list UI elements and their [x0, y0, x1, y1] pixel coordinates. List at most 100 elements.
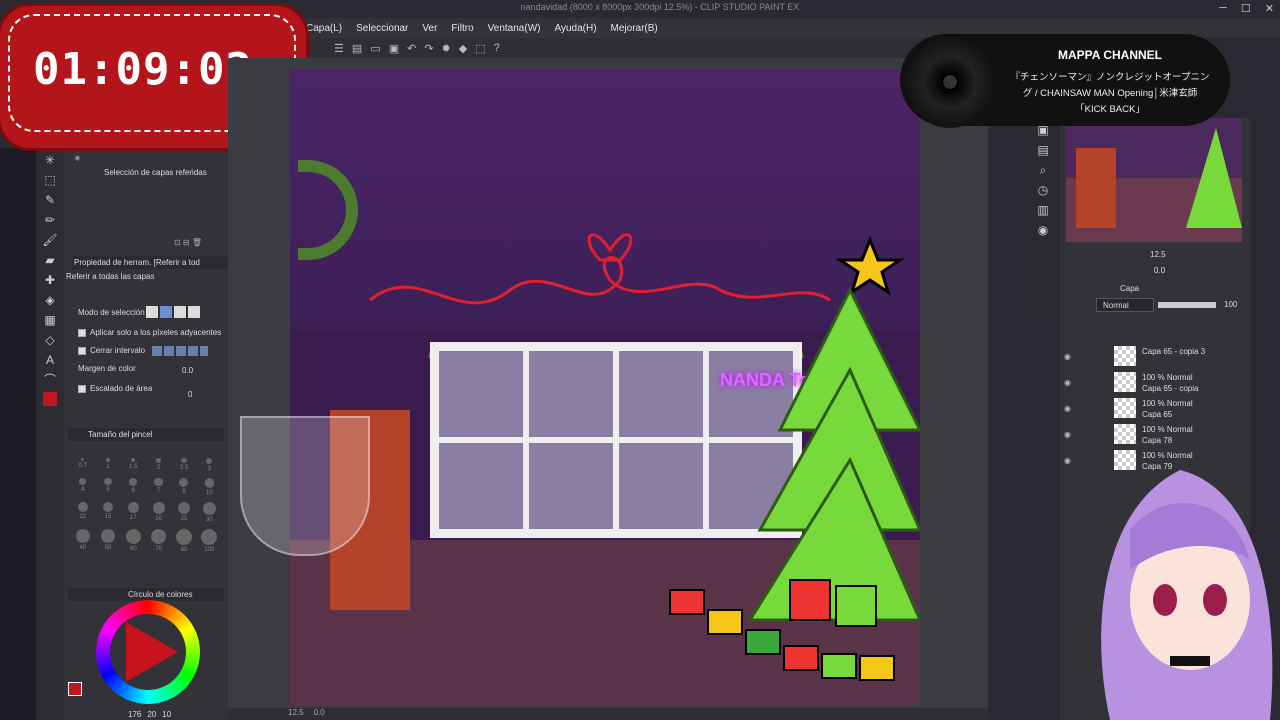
layer-row[interactable]: ◉ 100 % Normal Capa 65 - copia: [1062, 370, 1242, 394]
close-gap-checkbox[interactable]: Cerrar intervalo: [78, 346, 145, 355]
menu-ventana[interactable]: Ventana(W): [488, 23, 541, 34]
menu-mejorar[interactable]: Mejorar(B): [611, 23, 658, 34]
brush-size-option[interactable]: 50: [95, 528, 120, 553]
area-scale-checkbox[interactable]: Escalado de área: [78, 384, 152, 393]
vtuber-avatar: [1101, 470, 1273, 720]
close-gap-slider[interactable]: [152, 346, 208, 356]
nav-angle[interactable]: 0.0: [1154, 266, 1165, 275]
overlay-decoration: [0, 148, 36, 720]
blend-icon[interactable]: ✚: [40, 272, 60, 288]
brush-size-option[interactable]: 15: [95, 501, 120, 523]
brush-size-option[interactable]: 25: [171, 501, 196, 523]
brush-size-option[interactable]: 4: [70, 478, 95, 496]
brush-size-option[interactable]: 17: [121, 501, 146, 523]
blend-mode-select[interactable]: Normal: [1096, 298, 1154, 312]
selection-mode-buttons[interactable]: [146, 306, 200, 318]
nav-zoom[interactable]: 12.5: [1150, 250, 1166, 259]
navigator-thumbnail[interactable]: [1066, 118, 1242, 242]
area-scale-value[interactable]: 0: [188, 390, 192, 399]
main-color-swatch[interactable]: [43, 392, 57, 406]
fill-icon[interactable]: ◈: [40, 292, 60, 308]
subtool-name[interactable]: Selección de capas referidas: [104, 168, 207, 177]
layer-property-icon[interactable]: ▤: [1033, 142, 1053, 158]
current-color-swatch[interactable]: [68, 682, 82, 696]
redo-icon[interactable]: ↷: [424, 42, 433, 55]
brush-icon[interactable]: 🖌: [40, 232, 60, 248]
eye-icon[interactable]: ◉: [1064, 352, 1071, 361]
material-icon[interactable]: ▥: [1033, 202, 1053, 218]
camera-icon[interactable]: ◉: [1033, 222, 1053, 238]
brush-size-option[interactable]: 8: [171, 478, 196, 496]
brush-size-option[interactable]: 2: [146, 458, 171, 472]
search-layer-icon[interactable]: ⌕: [1033, 162, 1053, 178]
brush-size-option[interactable]: 1: [95, 458, 120, 472]
menu-filtro[interactable]: Filtro: [451, 23, 473, 34]
brush-size-option[interactable]: 6: [121, 478, 146, 496]
menu-icon[interactable]: ☰: [334, 42, 344, 55]
brush-size-label: 25: [180, 516, 188, 523]
eye-icon[interactable]: ◉: [1064, 456, 1071, 465]
brush-dot-icon: [154, 478, 163, 487]
property-title: Propiedad de herram. [Referir a tod: [72, 256, 228, 269]
brush-size-option[interactable]: 60: [121, 528, 146, 553]
brush-size-option[interactable]: 100: [197, 528, 222, 553]
menu-ver[interactable]: Ver: [422, 23, 437, 34]
settings-icon[interactable]: ✹: [442, 42, 451, 55]
brush-size-option[interactable]: 12: [70, 501, 95, 523]
text-icon[interactable]: A: [40, 352, 60, 368]
minimize-icon[interactable]: ─: [1219, 2, 1227, 15]
maximize-icon[interactable]: ☐: [1241, 2, 1251, 15]
fill-icon[interactable]: ◆: [459, 42, 467, 55]
brush-size-option[interactable]: 1.5: [121, 458, 146, 472]
close-icon[interactable]: ✕: [1265, 2, 1274, 15]
new-file-icon[interactable]: ▤: [352, 42, 362, 55]
vinyl-disc-icon: [904, 36, 996, 128]
adjacent-checkbox[interactable]: Aplicar solo a los píxeles adyacentes: [78, 328, 221, 337]
brush-size-label: 8: [182, 489, 186, 495]
brush-size-option[interactable]: 3: [197, 458, 222, 472]
eye-icon[interactable]: ◉: [1064, 378, 1071, 387]
layer-row[interactable]: ◉ 100 % Normal Capa 78: [1062, 422, 1242, 446]
brush-size-option[interactable]: 2.5: [171, 458, 196, 472]
pencil-icon[interactable]: ✏: [40, 212, 60, 228]
selection-icon[interactable]: ⬚: [40, 172, 60, 188]
layer-row[interactable]: ◉ Capa 65 - copia 3: [1062, 344, 1242, 368]
eye-icon[interactable]: ◉: [1064, 430, 1071, 439]
open-folder-icon[interactable]: ▭: [370, 42, 380, 55]
layer-tab[interactable]: Capa: [1120, 284, 1139, 293]
undo-icon[interactable]: ↶: [407, 42, 416, 55]
move-icon[interactable]: ✳: [40, 152, 60, 168]
pen-icon[interactable]: ✎: [40, 192, 60, 208]
brush-dot-icon: [131, 458, 136, 463]
angle-value[interactable]: 0.0: [314, 708, 325, 720]
brush-size-option[interactable]: 40: [70, 528, 95, 553]
zoom-value[interactable]: 12.5: [288, 708, 304, 720]
layer-row[interactable]: ◉ 100 % Normal Capa 65: [1062, 396, 1242, 420]
brush-size-option[interactable]: 20: [146, 501, 171, 523]
menu-capa[interactable]: Capa(L): [306, 23, 342, 34]
brush-size-option[interactable]: 30: [197, 501, 222, 523]
eye-icon[interactable]: ◉: [1064, 404, 1071, 413]
balloon-icon[interactable]: ⌒: [40, 372, 60, 388]
brush-size-option[interactable]: 10: [197, 478, 222, 496]
figure-icon[interactable]: ◇: [40, 332, 60, 348]
menu-seleccionar[interactable]: Seleccionar: [356, 23, 408, 34]
subtool-icon[interactable]: ✳: [74, 154, 81, 163]
save-icon[interactable]: ▣: [389, 42, 399, 55]
color-triangle[interactable]: [126, 622, 178, 682]
opacity-slider[interactable]: [1158, 302, 1216, 308]
transform-icon[interactable]: ⬚: [475, 42, 485, 55]
menu-ayuda[interactable]: Ayuda(H): [554, 23, 596, 34]
gradient-icon[interactable]: ▦: [40, 312, 60, 328]
brush-size-option[interactable]: 0.7: [70, 458, 95, 472]
brush-size-option[interactable]: 70: [146, 528, 171, 553]
brush-size-option[interactable]: 80: [171, 528, 196, 553]
history-icon[interactable]: ◷: [1033, 182, 1053, 198]
artwork-canvas[interactable]: NANDA Toon: [290, 70, 920, 706]
help-icon[interactable]: ?: [494, 42, 500, 54]
brush-size-option[interactable]: 7: [146, 478, 171, 496]
color-margin-value[interactable]: 0.0: [182, 366, 193, 375]
eraser-icon[interactable]: ▰: [40, 252, 60, 268]
brush-size-option[interactable]: 5: [95, 478, 120, 496]
opacity-value[interactable]: 100: [1224, 300, 1237, 309]
